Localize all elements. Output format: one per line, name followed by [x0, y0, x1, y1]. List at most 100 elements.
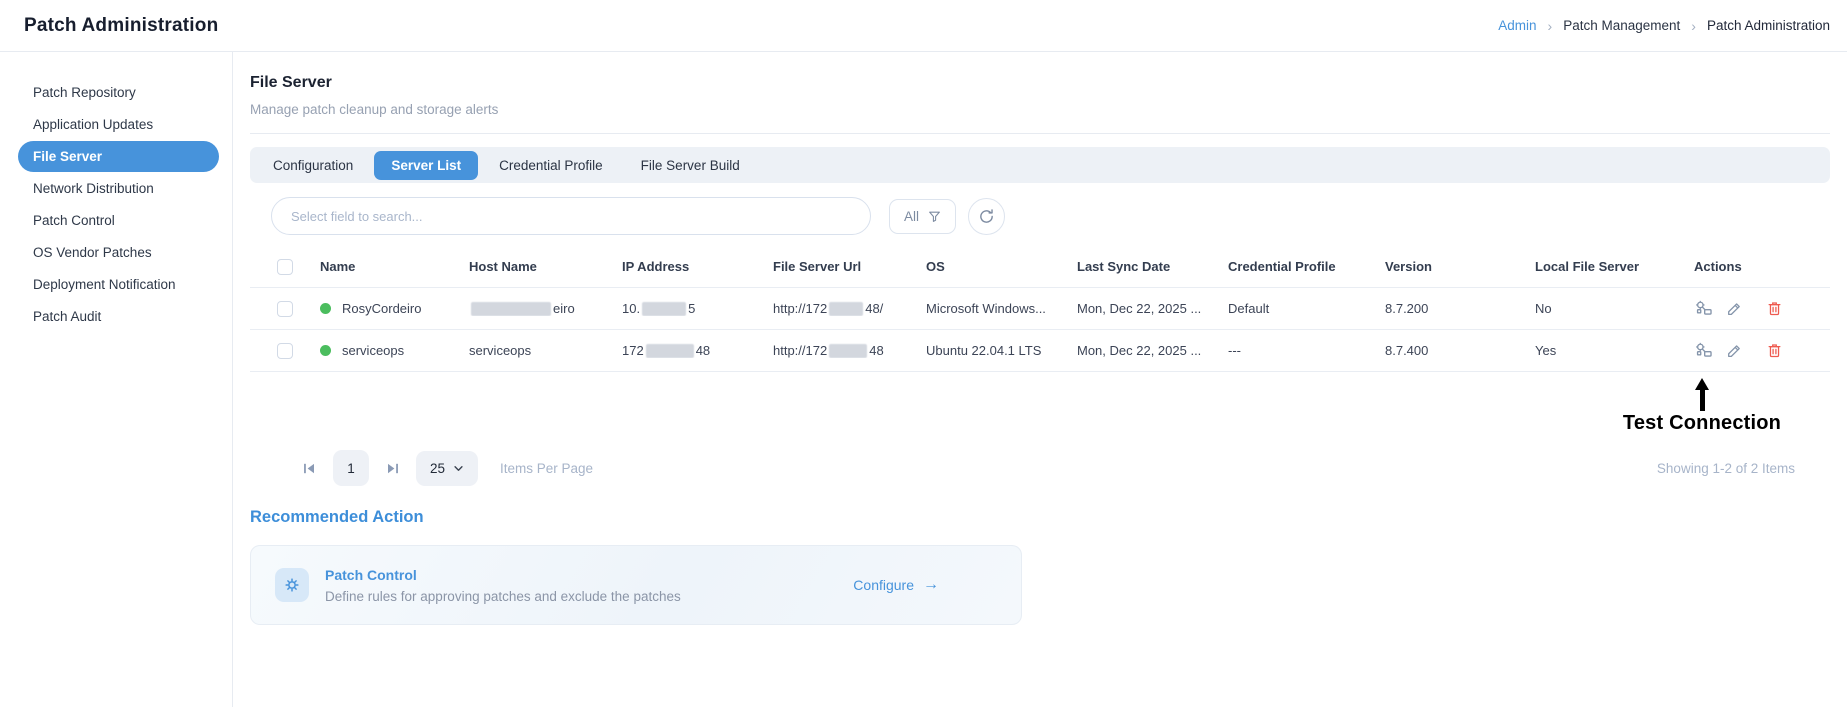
pagination-bar: 1 25 Items Per Page Showing 1-2 of 2 Ite… — [250, 450, 1830, 486]
table-toolbar: All — [271, 197, 1830, 235]
edit-icon[interactable] — [1726, 300, 1743, 317]
annotation-label: Test Connection — [1592, 412, 1812, 435]
credential-profile-value: Default — [1228, 301, 1385, 316]
configure-link[interactable]: Configure → — [853, 576, 939, 594]
row-actions — [1694, 341, 1830, 360]
version-value: 8.7.200 — [1385, 301, 1535, 316]
search-input[interactable] — [271, 197, 871, 235]
tab-credential-profile[interactable]: Credential Profile — [482, 151, 620, 180]
tab-configuration[interactable]: Configuration — [256, 151, 370, 180]
filter-label: All — [904, 209, 919, 224]
refresh-icon — [978, 208, 995, 225]
page-number[interactable]: 1 — [333, 450, 369, 486]
file-server-url-value: http://17248 — [773, 343, 926, 359]
items-per-page-label: Items Per Page — [500, 461, 593, 476]
recommended-action-heading: Recommended Action — [250, 508, 1830, 527]
ip-address-value: 17248 — [622, 343, 773, 359]
filter-button[interactable]: All — [889, 199, 956, 234]
column-file-server-url: File Server Url — [773, 259, 926, 274]
delete-icon[interactable] — [1766, 300, 1783, 317]
redacted-text — [829, 344, 867, 358]
sidebar-item-network-distribution[interactable]: Network Distribution — [0, 173, 232, 204]
breadcrumb-patch-administration: Patch Administration — [1707, 18, 1830, 33]
edit-icon[interactable] — [1726, 342, 1743, 359]
breadcrumb-patch-management[interactable]: Patch Management — [1563, 18, 1680, 33]
recommended-card-title[interactable]: Patch Control — [325, 567, 681, 583]
breadcrumb: Admin › Patch Management › Patch Adminis… — [1498, 18, 1830, 34]
refresh-button[interactable] — [968, 198, 1005, 235]
chevron-right-icon: › — [1548, 18, 1553, 34]
showing-items-text: Showing 1-2 of 2 Items — [1657, 461, 1830, 476]
column-ip-address: IP Address — [622, 259, 773, 274]
first-page-icon[interactable] — [302, 461, 317, 476]
page-title: File Server — [250, 74, 1830, 92]
delete-icon[interactable] — [1766, 342, 1783, 359]
column-local-file-server: Local File Server — [1535, 259, 1694, 274]
status-online-dot — [320, 303, 331, 314]
page-subtitle: Manage patch cleanup and storage alerts — [250, 102, 1830, 117]
sidebar-item-deployment-notification[interactable]: Deployment Notification — [0, 269, 232, 300]
sidebar-item-patch-repository[interactable]: Patch Repository — [0, 77, 232, 108]
test-connection-icon[interactable] — [1694, 341, 1713, 360]
file-server-table: Name Host Name IP Address File Server Ur… — [250, 246, 1830, 372]
column-credential-profile: Credential Profile — [1228, 259, 1385, 274]
annotation-up-arrow — [1695, 378, 1709, 411]
os-value: Ubuntu 22.04.1 LTS — [926, 343, 1077, 358]
column-name: Name — [320, 259, 469, 274]
gear-icon — [275, 568, 309, 602]
column-version: Version — [1385, 259, 1535, 274]
file-server-url-value: http://17248/ — [773, 301, 926, 317]
local-file-server-value: No — [1535, 301, 1694, 316]
column-actions: Actions — [1694, 259, 1830, 274]
credential-profile-value: --- — [1228, 343, 1385, 358]
divider — [250, 133, 1830, 134]
row-checkbox[interactable] — [277, 301, 293, 317]
top-header: Patch Administration Admin › Patch Manag… — [0, 0, 1847, 52]
main-content: File Server Manage patch cleanup and sto… — [233, 52, 1847, 707]
row-checkbox[interactable] — [277, 343, 293, 359]
select-all-checkbox[interactable] — [277, 259, 293, 275]
tab-file-server-build[interactable]: File Server Build — [624, 151, 757, 180]
last-sync-date-value: Mon, Dec 22, 2025 ... — [1077, 343, 1228, 358]
os-value: Microsoft Windows... — [926, 301, 1077, 316]
sidebar-item-application-updates[interactable]: Application Updates — [0, 109, 232, 140]
items-per-page-select[interactable]: 25 — [416, 451, 478, 486]
table-row: serviceops serviceops 17248 http://17248… — [250, 330, 1830, 372]
column-host-name: Host Name — [469, 259, 622, 274]
tab-bar: Configuration Server List Credential Pro… — [250, 147, 1830, 183]
sidebar-item-file-server[interactable]: File Server — [18, 141, 219, 172]
version-value: 8.7.400 — [1385, 343, 1535, 358]
host-name-value: eiro — [469, 301, 622, 317]
host-name-value: serviceops — [469, 343, 622, 358]
column-os: OS — [926, 259, 1077, 274]
sidebar-item-patch-audit[interactable]: Patch Audit — [0, 301, 232, 332]
breadcrumb-admin[interactable]: Admin — [1498, 18, 1536, 33]
test-connection-icon[interactable] — [1694, 299, 1713, 318]
last-sync-date-value: Mon, Dec 22, 2025 ... — [1077, 301, 1228, 316]
sidebar: Patch Repository Application Updates Fil… — [0, 52, 233, 707]
table-header-row: Name Host Name IP Address File Server Ur… — [250, 246, 1830, 288]
recommended-card-description: Define rules for approving patches and e… — [325, 589, 681, 604]
local-file-server-value: Yes — [1535, 343, 1694, 358]
last-page-icon[interactable] — [385, 461, 400, 476]
server-name: RosyCordeiro — [342, 301, 421, 316]
chevron-right-icon: › — [1691, 18, 1696, 34]
arrow-right-icon: → — [923, 576, 939, 594]
redacted-text — [471, 302, 551, 316]
recommended-action-card: Patch Control Define rules for approving… — [250, 545, 1022, 625]
row-actions — [1694, 299, 1830, 318]
ip-address-value: 10.5 — [622, 301, 773, 317]
sidebar-item-patch-control[interactable]: Patch Control — [0, 205, 232, 236]
server-name: serviceops — [342, 343, 404, 358]
table-row: RosyCordeiro eiro 10.5 http://17248/ Mic… — [250, 288, 1830, 330]
app-title: Patch Administration — [24, 15, 218, 37]
status-online-dot — [320, 345, 331, 356]
sidebar-item-os-vendor-patches[interactable]: OS Vendor Patches — [0, 237, 232, 268]
redacted-text — [642, 302, 686, 316]
redacted-text — [829, 302, 863, 316]
redacted-text — [646, 344, 694, 358]
funnel-icon — [928, 210, 941, 223]
tab-server-list[interactable]: Server List — [374, 151, 478, 180]
chevron-down-icon — [453, 463, 464, 474]
column-last-sync-date: Last Sync Date — [1077, 259, 1228, 274]
